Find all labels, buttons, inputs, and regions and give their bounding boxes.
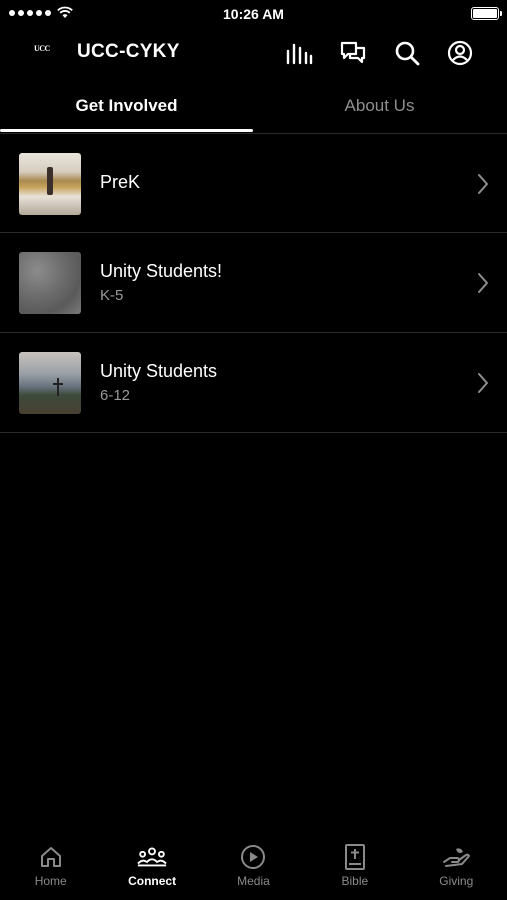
status-time: 10:26 AM — [223, 6, 284, 22]
list-item-subtitle: K-5 — [100, 287, 124, 304]
sermon-icon[interactable] — [284, 38, 314, 68]
nav-label: Connect — [128, 874, 177, 888]
groups-list: PreK Unity Students! K-5 Unity Students … — [0, 133, 507, 433]
list-item-unity-students-612[interactable]: Unity Students 6-12 — [0, 333, 507, 433]
chevron-right-icon — [478, 174, 488, 194]
nav-home[interactable]: Home — [0, 838, 101, 900]
list-item-title: Unity Students! — [100, 261, 223, 281]
list-item-title: PreK — [100, 172, 141, 192]
people-icon — [137, 842, 167, 872]
giving-icon — [441, 842, 471, 872]
nav-media[interactable]: Media — [203, 838, 304, 900]
list-item-title: Unity Students — [100, 361, 218, 381]
app-header: UCC UCC-CYKY — [0, 28, 507, 78]
chevron-right-icon — [478, 373, 488, 393]
thumbnail-image — [19, 153, 81, 215]
tab-label: About Us — [344, 96, 415, 115]
app-logo: UCC — [34, 44, 50, 53]
tab-about-us[interactable]: About Us — [253, 80, 506, 132]
bottom-tab-bar: Home Connect Media Bible Giving — [0, 838, 507, 900]
chat-icon[interactable] — [338, 38, 368, 68]
tab-label: Get Involved — [75, 96, 178, 115]
profile-icon[interactable] — [445, 38, 475, 68]
status-bar: 10:26 AM — [0, 0, 507, 28]
tab-get-involved[interactable]: Get Involved — [0, 80, 253, 132]
chevron-right-icon — [478, 273, 488, 293]
tab-active-indicator — [0, 129, 253, 132]
thumbnail-image — [19, 252, 81, 314]
nav-bible[interactable]: Bible — [304, 838, 405, 900]
nav-label: Bible — [341, 874, 369, 888]
thumbnail-image — [19, 352, 81, 414]
list-item-unity-students-k5[interactable]: Unity Students! K-5 — [0, 233, 507, 333]
search-icon[interactable] — [392, 38, 422, 68]
bible-icon — [340, 842, 370, 872]
list-item-subtitle: 6-12 — [100, 387, 131, 404]
home-icon — [36, 842, 66, 872]
tab-bar: Get Involved About Us — [0, 80, 507, 132]
nav-connect[interactable]: Connect — [101, 838, 202, 900]
play-icon — [238, 842, 268, 872]
list-item-prek[interactable]: PreK — [0, 133, 507, 233]
nav-label: Media — [237, 874, 270, 888]
battery-icon — [471, 7, 502, 20]
nav-giving[interactable]: Giving — [406, 838, 507, 900]
app-title: UCC-CYKY — [77, 41, 180, 62]
nav-label: Home — [34, 874, 67, 888]
nav-label: Giving — [439, 874, 474, 888]
